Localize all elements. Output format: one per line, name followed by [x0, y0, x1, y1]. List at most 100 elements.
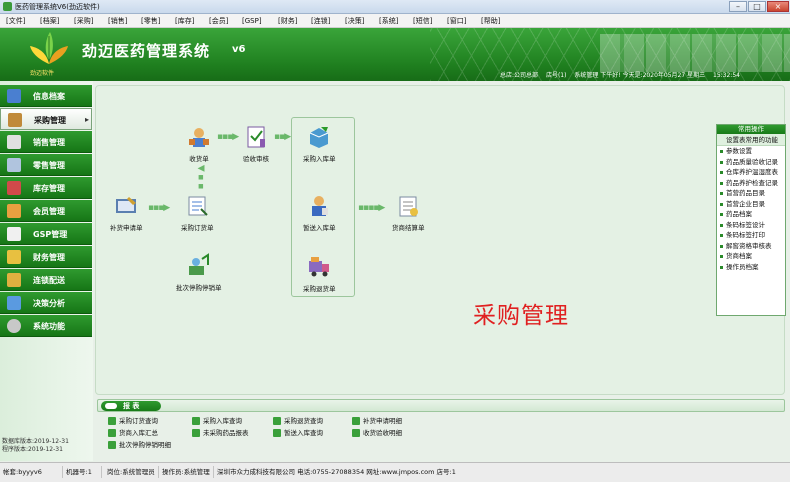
nav-item-sales[interactable]: 销售管理 — [0, 131, 92, 153]
nav-item-retail[interactable]: 零售管理 — [0, 154, 92, 176]
check-icon — [247, 126, 265, 148]
menu-archive[interactable]: [档案] — [40, 16, 59, 26]
menu-chain[interactable]: [连锁] — [311, 16, 330, 26]
minimize-button[interactable]: – — [729, 1, 747, 12]
quick-op-item[interactable]: 首营企业目录 — [717, 199, 785, 210]
report-link[interactable]: 批次停购停销明细 — [108, 440, 171, 450]
maximize-button[interactable]: □ — [748, 1, 766, 12]
operator-status: 操作员:系统管理 — [162, 466, 214, 478]
quick-op-item[interactable]: 参数设置 — [717, 146, 785, 157]
menu-file[interactable]: [文件] — [6, 16, 25, 26]
nav-label: 销售管理 — [33, 138, 65, 147]
quick-inbound-node[interactable]: 暂送入库单 — [303, 193, 336, 232]
program-version: 程序版本:2019-12-31 — [2, 446, 63, 453]
company-label: 总店:公司总部 — [500, 72, 539, 79]
menu-help[interactable]: [帮助] — [481, 16, 500, 26]
header-banner: 劲迈软件 劲迈医药管理系统 v6 总店:公司总部 店号(1) 系统管理 下午好!… — [0, 28, 790, 81]
nav-item-inventory[interactable]: 库存管理 — [0, 177, 92, 199]
purchase-workspace: 补货申请单 ▪▪▪▶ 采购订货单 ▪▪▶ 收货单 ▪▪▪▶ 验收审核 ▪▪▶ 采… — [95, 85, 785, 395]
quick-ops-settings[interactable]: 设置表常用的功能 — [717, 134, 785, 146]
close-button[interactable]: × — [767, 1, 789, 12]
quick-op-item[interactable]: 货商档案 — [717, 251, 785, 262]
quick-op-item[interactable]: 条码标签设计 — [717, 220, 785, 231]
report-link[interactable]: 货商入库汇总 — [108, 428, 158, 438]
nav-item-analysis[interactable]: 决策分析 — [0, 292, 92, 314]
nav-item-gsp[interactable]: GSP管理 — [0, 223, 92, 245]
title-bar: 医药管理系统V6(劲迈软件) – □ × — [0, 0, 790, 14]
menu-sms[interactable]: [短信] — [413, 16, 432, 26]
nav-item-member[interactable]: 会员管理 — [0, 200, 92, 222]
nav-item-info-archive[interactable]: 信息档案 — [0, 85, 92, 107]
inbound-node[interactable]: 采购入库单 — [303, 124, 336, 163]
check-node[interactable]: 验收审核 — [243, 124, 269, 163]
greeting-label: 系统管理 下午好! 今天是:2020年05月27 星期三 — [574, 72, 706, 79]
flow-arrow: ▪▪▪▶ — [148, 203, 170, 213]
menu-purchase[interactable]: [采购] — [74, 16, 93, 26]
report-link[interactable]: 补货申请明细 — [352, 416, 402, 426]
report-link[interactable]: 暂送入库查询 — [273, 428, 323, 438]
menu-sales[interactable]: [销售] — [108, 16, 127, 26]
settle-icon — [399, 196, 419, 217]
quick-op-item[interactable]: 首营药品目录 — [717, 188, 785, 199]
receive-label: 收货单 — [189, 155, 209, 163]
menu-system[interactable]: [系统] — [379, 16, 398, 26]
settle-node[interactable]: 货商结算单 — [392, 193, 425, 232]
quick-inbound-label: 暂送入库单 — [303, 224, 336, 232]
quick-op-item[interactable]: 药品质量验收记录 — [717, 157, 785, 168]
position-status: 岗位:系统管理员 — [107, 466, 159, 478]
menu-member[interactable]: [会员] — [209, 16, 228, 26]
quick-op-item[interactable]: 药品档案 — [717, 209, 785, 220]
quick-op-item[interactable]: 条码标签打印 — [717, 230, 785, 241]
nav-item-finance[interactable]: 财务管理 — [0, 246, 92, 268]
batch-return-node[interactable]: 批次停购停销单 — [176, 253, 222, 292]
analysis-icon — [7, 296, 21, 310]
menu-inventory[interactable]: [库存] — [175, 16, 194, 26]
leaf-logo-icon — [30, 32, 68, 64]
logo: 劲迈软件 — [24, 30, 74, 78]
menu-decision[interactable]: [决策] — [345, 16, 364, 26]
system-gear-icon — [7, 319, 21, 333]
menu-gsp[interactable]: [GSP] — [242, 16, 262, 26]
flow-arrow-up: ▪▪▶ — [196, 164, 206, 191]
batch-return-label: 批次停购停销单 — [176, 284, 222, 292]
account-status: 帐套:byyyv6 — [3, 466, 63, 478]
replenish-node[interactable]: 补货申请单 — [110, 193, 143, 232]
quick-op-item[interactable]: 操作员档案 — [717, 262, 785, 273]
quick-op-item[interactable]: 仓库养护温湿度表 — [717, 167, 785, 178]
return-node[interactable]: 采购退货单 — [303, 254, 336, 293]
report-link[interactable]: 采购订货查询 — [108, 416, 158, 426]
menu-retail[interactable]: [零售] — [141, 16, 160, 26]
nav-label: 决策分析 — [33, 299, 65, 308]
report-link[interactable]: 采购退货查询 — [273, 416, 323, 426]
order-node[interactable]: 采购订货单 — [181, 193, 214, 232]
menu-finance[interactable]: [财务] — [278, 16, 297, 26]
report-bar: 报 表 — [97, 399, 785, 412]
report-link[interactable]: 未采购药品报表 — [192, 428, 249, 438]
menu-window[interactable]: [窗口] — [447, 16, 466, 26]
quick-op-item[interactable]: 药品养护检查记录 — [717, 178, 785, 189]
inbound-icon — [310, 127, 329, 148]
batch-stop-icon — [188, 253, 209, 275]
receive-node[interactable]: 收货单 — [186, 124, 212, 163]
sales-icon — [7, 135, 21, 149]
flow-arrow: ▪▪▶ — [274, 132, 291, 142]
report-link[interactable]: 采购入库查询 — [192, 416, 242, 426]
order-icon — [188, 196, 208, 216]
module-title: 采购管理 — [473, 303, 569, 329]
report-link[interactable]: 收货验收明细 — [352, 428, 402, 438]
nav-item-purchase[interactable]: 采购管理 ▸ — [0, 108, 92, 130]
machine-status: 机器号:1 — [66, 466, 102, 478]
finance-icon — [7, 250, 21, 264]
nav-item-delivery[interactable]: 连锁配送 — [0, 269, 92, 291]
quick-op-item[interactable]: 解窖资格审核表 — [717, 241, 785, 252]
report-title: 报 表 — [101, 401, 161, 411]
header-status: 总店:公司总部 店号(1) 系统管理 下午好! 今天是:2020年05月27 星… — [500, 70, 746, 79]
quick-ops-panel: 常用操作 设置表常用的功能 参数设置 药品质量验收记录 仓库养护温湿度表 药品养… — [716, 124, 786, 316]
nav-item-system[interactable]: 系统功能 — [0, 315, 92, 337]
order-label: 采购订货单 — [181, 224, 214, 232]
app-window: 医药管理系统V6(劲迈软件) – □ × [文件] [档案] [采购] [销售]… — [0, 0, 790, 482]
info-archive-icon — [7, 89, 21, 103]
app-title: 劲迈医药管理系统 — [82, 42, 211, 60]
nav-label: 财务管理 — [33, 253, 65, 262]
nav-label: 会员管理 — [33, 207, 65, 216]
